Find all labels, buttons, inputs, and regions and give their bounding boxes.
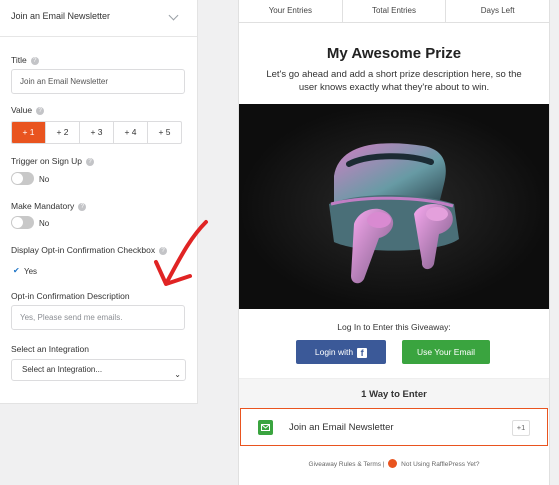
stat-total-entries: Total Entries [341,0,446,22]
value-option-3[interactable]: + 3 [79,122,113,143]
value-selector[interactable]: + 1 + 2 + 3 + 4 + 5 [11,121,182,144]
toggle-knob [12,173,23,184]
value-option-2[interactable]: + 2 [45,122,79,143]
toggle-knob [12,217,23,228]
stat-your-entries: Your Entries [268,6,312,15]
help-icon[interactable]: ? [86,158,95,166]
login-prompt: Log In to Enter this Giveaway: [337,322,451,332]
value-option-1[interactable]: + 1 [12,122,45,143]
earbuds-image [239,104,549,309]
settings-panel: Join an Email Newsletter Title? Join an … [0,0,198,404]
trigger-label: Trigger on Sign Up? [11,156,95,166]
use-email-button[interactable]: Use Your Email [402,340,490,364]
footer: Giveaway Rules & Terms | Not Using Raffl… [239,459,549,468]
help-icon[interactable]: ? [30,57,39,65]
facebook-login-button[interactable]: Login with f [296,340,386,364]
optin-checkbox-state[interactable]: Yes [24,267,37,276]
entry-method-row[interactable]: Join an Email Newsletter +1 [240,408,548,446]
entry-method-label: Join an Email Newsletter [289,422,394,433]
select-arrow-icon: ⌄ [174,370,181,379]
ways-title: 1 Way to Enter [361,389,427,400]
integration-select-value: Select an Integration... [22,365,103,374]
title-input[interactable]: Join an Email Newsletter [11,69,185,94]
rafflepress-logo-icon [388,459,398,468]
facebook-icon: f [357,348,368,358]
prize-image [239,104,549,309]
title-label: Title? [11,55,39,65]
annotation-arrow-icon [154,220,208,286]
help-icon[interactable]: ? [78,203,87,211]
section-title: Join an Email Newsletter [11,11,111,21]
mandatory-toggle[interactable] [11,216,34,229]
rules-link[interactable]: Giveaway Rules & Terms | [309,461,385,468]
trigger-state: No [39,175,50,184]
facebook-login-label: Login with [314,347,354,357]
optin-description-input[interactable]: Yes, Please send me emails. [11,305,185,330]
checkmark-icon[interactable]: ✔ [13,266,20,275]
value-label: Value? [11,105,45,115]
trigger-toggle[interactable] [11,172,34,185]
giveaway-preview: Your Entries Total Entries Days Left My … [238,0,550,485]
mandatory-state: No [39,219,50,228]
help-icon[interactable]: ? [36,107,45,115]
stat-days-left: Days Left [445,0,549,22]
entry-points-badge: +1 [512,420,530,436]
chevron-down-icon[interactable] [168,10,179,21]
value-option-5[interactable]: + 5 [147,122,181,143]
optin-description-label: Opt-in Confirmation Description [11,291,130,301]
prize-description: Let's go ahead and add a short prize des… [266,69,522,93]
optin-checkbox-label: Display Opt-in Confirmation Checkbox? [11,245,168,255]
integration-select[interactable]: Select an Integration... ⌄ [11,359,186,381]
ways-section: 1 Way to Enter [239,378,549,410]
stats-bar: Your Entries Total Entries Days Left [239,0,549,23]
value-option-4[interactable]: + 4 [113,122,147,143]
mail-icon [258,420,273,435]
promo-link[interactable]: Not Using RafflePress Yet? [401,461,479,468]
prize-title: My Awesome Prize [326,45,462,62]
mandatory-label: Make Mandatory? [11,201,87,211]
integration-label: Select an Integration [11,344,89,354]
divider [0,36,197,37]
